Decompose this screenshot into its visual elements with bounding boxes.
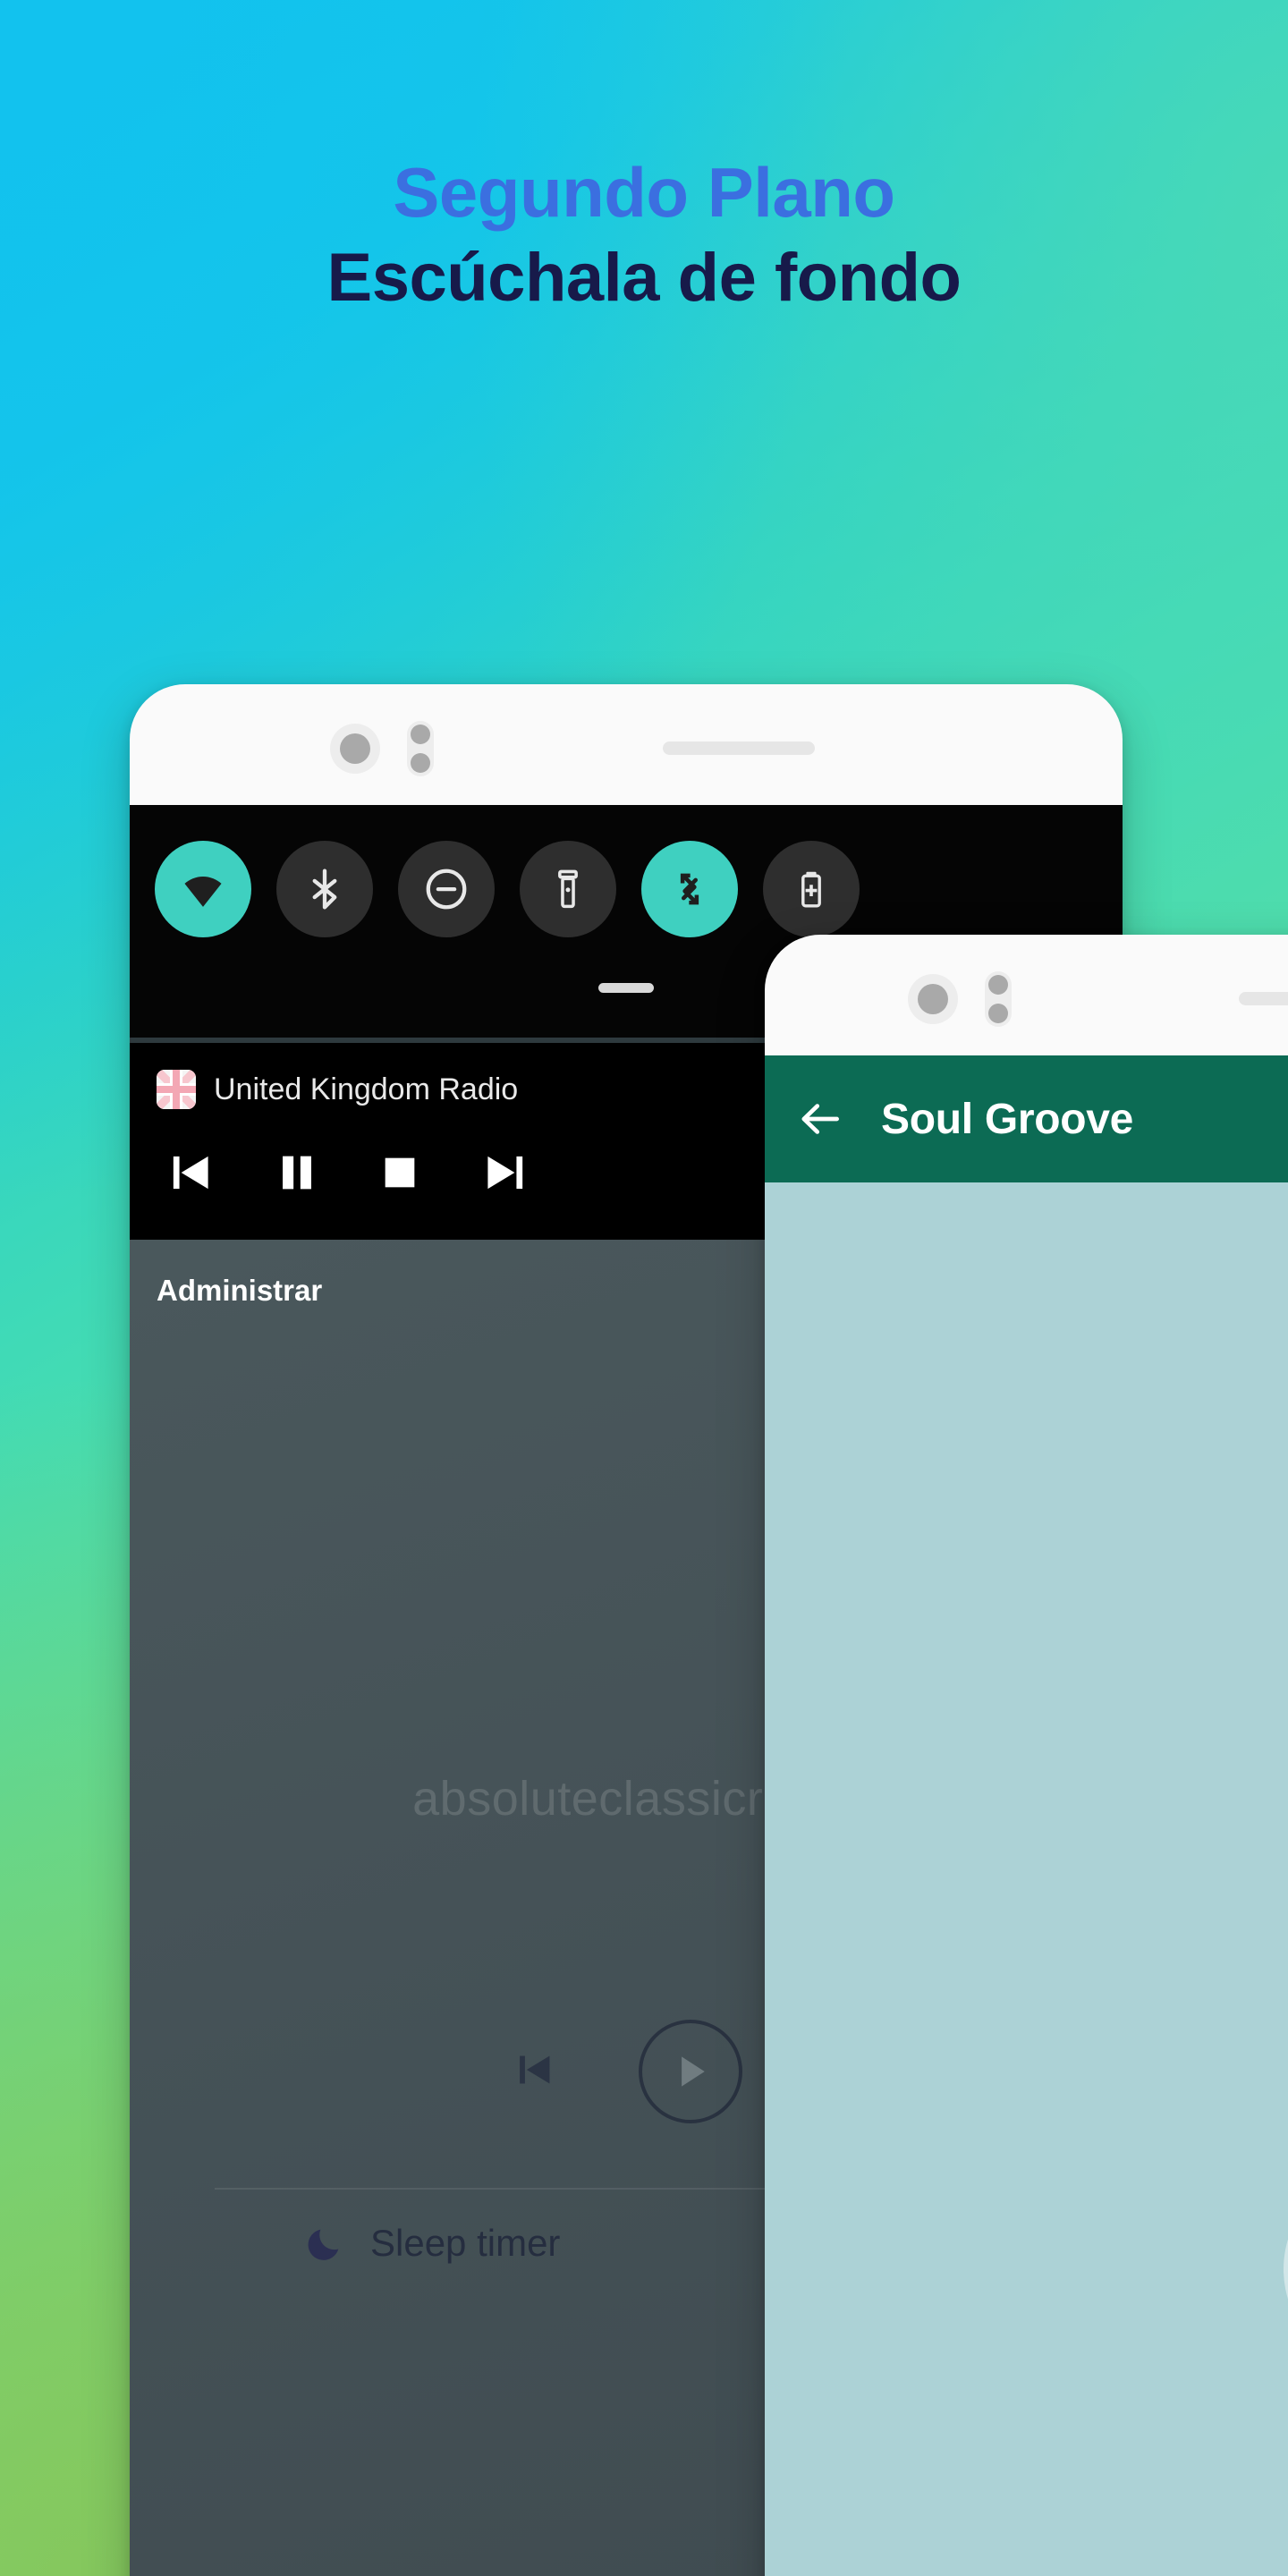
uk-flag-icon [157,1070,196,1109]
app-bar: Soul Groove [765,1055,1288,1182]
phone-back-top-bezel [130,684,1123,805]
quick-settings-row [130,841,1123,937]
media-pause-button[interactable] [271,1147,323,1199]
front-camera-icon [330,724,380,774]
previous-icon [520,2055,550,2083]
player-play-button[interactable] [639,2020,742,2123]
moon-icon [308,2229,339,2260]
headline-block: Segundo Plano Escúchala de fondo [0,157,1288,312]
do-not-disturb-icon [426,869,467,910]
shade-drag-handle[interactable] [598,982,654,993]
media-previous-button[interactable] [164,1145,219,1200]
proximity-sensor-icon [407,721,434,776]
stop-icon [385,1157,415,1188]
arrow-left-icon[interactable] [795,1094,845,1144]
floating-circle[interactable] [1284,2166,1288,2372]
battery-saver-icon [801,871,821,908]
earpiece-speaker [663,741,815,755]
page-title: Segundo Plano [393,153,895,232]
sleep-timer-row[interactable]: Sleep timer [304,2222,560,2265]
media-station-name: United Kingdom Radio [214,1072,519,1106]
qs-tile-battery-saver[interactable] [763,841,860,937]
auto-rotate-icon [680,873,699,905]
pause-icon [283,1156,311,1190]
qs-tile-flashlight[interactable] [520,841,616,937]
media-stop-button[interactable] [375,1148,425,1198]
page-subtitle: Escúchala de fondo [326,239,962,316]
flashlight-icon [558,869,578,909]
phone-front-content [765,1182,1288,2576]
bluetooth-icon [312,869,337,910]
proximity-sensor-icon [985,971,1012,1027]
sleep-timer-label: Sleep timer [370,2222,561,2264]
front-camera-icon [908,974,958,1024]
phone-front-top-bezel [765,935,1288,1055]
play-icon [682,2056,705,2087]
qs-tile-bluetooth[interactable] [276,841,373,937]
qs-tile-auto-rotate[interactable] [641,841,738,937]
player-previous-button[interactable] [510,2044,562,2100]
phone-front-screen: Soul Groove [765,1055,1288,2576]
earpiece-speaker [1239,992,1288,1005]
qs-tile-do-not-disturb[interactable] [398,841,495,937]
previous-icon [173,1156,208,1190]
media-next-button[interactable] [477,1145,532,1200]
next-icon [487,1156,523,1190]
manage-label[interactable]: Administrar [157,1274,322,1308]
phone-mockup-front: Soul Groove [765,935,1288,2576]
qs-tile-wifi[interactable] [155,841,251,937]
screenshot-stage: Segundo Plano Escúchala de fondo United … [0,0,1288,2576]
wifi-icon [184,877,222,907]
app-bar-title: Soul Groove [881,1095,1134,1143]
